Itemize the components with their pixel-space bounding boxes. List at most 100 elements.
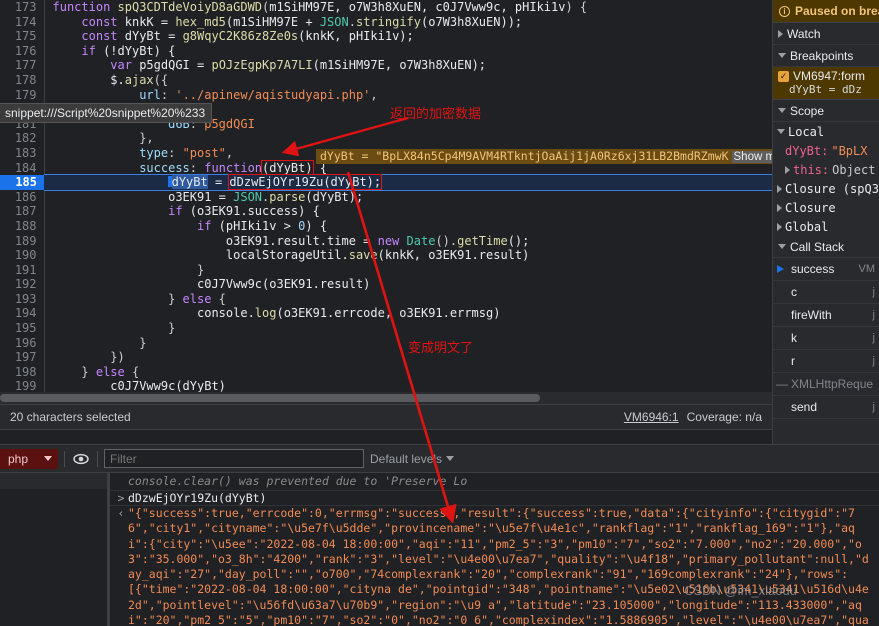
code-token: :: [160, 87, 176, 102]
line-number[interactable]: 198: [0, 364, 45, 380]
chevron-right-icon: [785, 165, 790, 174]
show-more-button[interactable]: Show m: [731, 151, 772, 163]
line-number[interactable]: 190: [0, 248, 45, 263]
scope-group[interactable]: Closure (spQ3: [773, 179, 879, 198]
line-number[interactable]: 188: [0, 218, 45, 234]
breakpoint-item[interactable]: ✓ VM6947:form dYyBt = dDz: [773, 67, 879, 100]
line-number[interactable]: 196: [0, 335, 45, 351]
scope-property[interactable]: this: Object: [773, 160, 879, 179]
code-text[interactable]: c0J7Vww9c(dYyBt): [44, 379, 772, 392]
toolbar-divider: [97, 450, 98, 467]
scope-group-label: Local: [788, 124, 825, 139]
console-filter-input[interactable]: [104, 449, 364, 468]
console-input-message[interactable]: > dDzwEjOYr19Zu(dYyBt): [110, 490, 879, 506]
code-text[interactable]: }): [44, 350, 772, 365]
scrollbar-thumb[interactable]: [0, 394, 540, 402]
call-stack-frame[interactable]: cj: [773, 281, 879, 304]
code-text[interactable]: o3EK91 = JSON.parse(dYyBt);: [44, 190, 772, 205]
code-text[interactable]: $.ajax({: [44, 73, 772, 88]
code-text[interactable]: o3EK91.result.time = new Date().getTime(…: [44, 234, 772, 249]
line-number[interactable]: 174: [0, 14, 45, 30]
code-text[interactable]: url: '../apinew/aqistudyapi.php',: [44, 88, 772, 103]
editor-horizontal-scrollbar[interactable]: [0, 392, 772, 404]
line-number[interactable]: 195: [0, 321, 45, 336]
live-expression-eye-icon[interactable]: [71, 449, 91, 469]
line-number[interactable]: 176: [0, 43, 45, 59]
call-stack-frame[interactable]: success VM: [773, 258, 879, 281]
code-token: ajax: [124, 72, 154, 87]
scope-section-header[interactable]: Scope: [773, 100, 879, 122]
line-number[interactable]: 175: [0, 29, 45, 44]
code-text[interactable]: console.log(o3EK91.errcode, o3EK91.errms…: [44, 306, 772, 321]
scope-property[interactable]: dYyBt: "BpLX: [773, 141, 879, 160]
log-levels-selector[interactable]: Default levels: [370, 452, 455, 466]
line-number[interactable]: 191: [0, 262, 45, 278]
scope-property-key: this:: [793, 162, 830, 177]
code-editor[interactable]: 173 function spQ3CDTdeVoiyD8aGDWD(m1SiHM9…: [0, 0, 772, 392]
console-sidebar-strip: [0, 473, 108, 626]
console-result-message: ‹ "{"success":true,"errcode":0,"errmsg":…: [110, 506, 879, 626]
code-text[interactable]: dYyBt = dDzwEjOYr19Zu(dYyBt);: [44, 174, 772, 191]
scope-group[interactable]: Local: [773, 122, 879, 141]
line-number[interactable]: 194: [0, 306, 45, 322]
breakpoints-label: Breakpoints: [790, 48, 854, 63]
chevron-down-icon: [777, 129, 785, 134]
async-frame-dash-icon: —: [776, 377, 788, 391]
call-stack-frame-name: fireWith: [791, 308, 832, 322]
call-stack-frame[interactable]: rj: [773, 350, 879, 373]
line-number[interactable]: 178: [0, 72, 45, 88]
line-number[interactable]: 199: [0, 379, 45, 392]
call-stack-frame-url: VM: [858, 263, 876, 275]
code-text[interactable]: var p5gdQGI = pOJzEgpKp7A7LI(m1SiHM97E, …: [44, 58, 772, 73]
code-text[interactable]: c0J7Vww9c(o3EK91.result): [44, 277, 772, 292]
line-number[interactable]: 179: [0, 87, 45, 103]
call-stack-frame[interactable]: kj: [773, 327, 879, 350]
code-text[interactable]: } else {: [44, 365, 772, 380]
line-number[interactable]: 173: [0, 0, 45, 15]
call-stack-frame[interactable]: — XMLHttpReque: [773, 373, 879, 396]
code-text[interactable]: } else {: [44, 292, 772, 307]
code-text[interactable]: }: [44, 263, 772, 278]
code-text[interactable]: }: [44, 336, 772, 351]
code-text[interactable]: }: [44, 321, 772, 336]
checkbox-checked-icon[interactable]: ✓: [778, 70, 789, 82]
call-stack-frame[interactable]: fireWith j: [773, 304, 879, 327]
line-number[interactable]: 182: [0, 131, 45, 146]
line-number[interactable]: 185: [0, 175, 51, 190]
line-number[interactable]: 184: [0, 160, 45, 176]
code-line: 192 c0J7Vww9c(o3EK91.result): [0, 277, 772, 292]
code-text[interactable]: const knkK = hex_md5(m1SiHM97E + JSON.st…: [44, 15, 772, 30]
vm-source-link[interactable]: VM6946:1: [624, 410, 679, 424]
code-text[interactable]: localStorageUtil.save(knkK, o3EK91.resul…: [44, 248, 772, 263]
code-text[interactable]: if (pHIki1v > 0) {: [44, 219, 772, 234]
code-text[interactable]: if (o3EK91.success) {: [44, 204, 772, 219]
line-number[interactable]: 177: [0, 58, 45, 73]
watch-section-header[interactable]: Watch: [773, 23, 879, 45]
code-token: (pHIki1v >: [211, 218, 299, 233]
devtools-window: 173 function spQ3CDTdeVoiyD8aGDWD(m1SiHM9…: [0, 0, 879, 626]
line-number[interactable]: 197: [0, 350, 45, 365]
code-token: }: [52, 321, 176, 336]
call-stack-section-header[interactable]: Call Stack: [773, 236, 879, 258]
scope-group[interactable]: Closure: [773, 198, 879, 217]
line-number[interactable]: 189: [0, 233, 45, 249]
line-number[interactable]: 186: [0, 189, 45, 205]
call-stack-frame[interactable]: send j: [773, 396, 879, 419]
line-number[interactable]: 183: [0, 145, 45, 161]
scope-group[interactable]: Global: [773, 217, 879, 236]
code-line: 173 function spQ3CDTdeVoiyD8aGDWD(m1SiHM9…: [0, 0, 772, 15]
chevron-right-icon: [777, 184, 782, 193]
call-stack-frame-url: j: [872, 401, 875, 413]
code-text[interactable]: },: [44, 131, 772, 146]
execution-context-selector[interactable]: php: [0, 448, 58, 469]
code-text[interactable]: function spQ3CDTdeVoiyD8aGDWD(m1SiHM97E,…: [44, 0, 772, 15]
line-number[interactable]: 187: [0, 204, 45, 219]
breakpoint-location: VM6947:form: [793, 69, 866, 83]
line-number[interactable]: 193: [0, 291, 45, 307]
code-text[interactable]: if (!dYyBt) {: [44, 44, 772, 59]
code-text[interactable]: const dYyBt = g8WqyC2K86z8Ze0s(knkK, pHI…: [44, 29, 772, 44]
line-number[interactable]: 192: [0, 277, 45, 292]
breakpoints-section-header[interactable]: Breakpoints: [773, 45, 879, 67]
code-token: stringify: [355, 14, 421, 29]
